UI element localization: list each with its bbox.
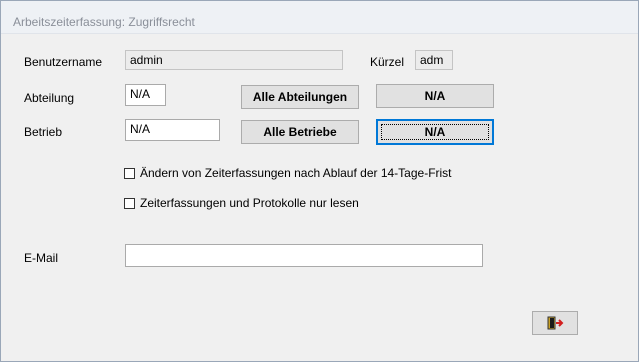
exit-button[interactable] [532,311,578,335]
checkbox-nurlesen-row[interactable]: Zeiterfassungen und Protokolle nur lesen [124,196,359,210]
alle-betriebe-button[interactable]: Alle Betriebe [241,120,359,144]
checkbox-nurlesen[interactable] [124,197,135,209]
benutzername-label: Benutzername [24,55,103,69]
checkbox-aendern-row[interactable]: Ändern von Zeiterfassungen nach Ablauf d… [124,166,452,180]
kuerzel-field: adm [415,50,453,70]
benutzername-field: admin [125,50,343,70]
betrieb-select-button[interactable]: N/A [376,119,494,145]
checkbox-nurlesen-label: Zeiterfassungen und Protokolle nur lesen [140,196,359,210]
dialog-window: Arbeitszeiterfassung: Zugriffsrecht Benu… [0,0,639,362]
dialog-content: Benutzername admin Kürzel adm Abteilung … [5,34,633,356]
email-label: E-Mail [24,251,59,265]
checkbox-aendern-label: Ändern von Zeiterfassungen nach Ablauf d… [140,166,452,180]
title-bar[interactable]: Arbeitszeiterfassung: Zugriffsrecht [1,1,638,34]
abteilung-select-button[interactable]: N/A [376,84,494,108]
betrieb-field[interactable]: N/A [125,119,220,141]
exit-door-icon [547,316,564,330]
email-field[interactable] [125,244,483,267]
betrieb-select-label: N/A [381,124,489,140]
kuerzel-label: Kürzel [370,55,405,69]
window-title: Arbeitszeiterfassung: Zugriffsrecht [13,15,195,29]
abteilung-label: Abteilung [24,91,75,105]
abteilung-field[interactable]: N/A [125,84,166,106]
checkbox-aendern[interactable] [124,167,135,179]
alle-abteilungen-button[interactable]: Alle Abteilungen [241,85,359,109]
betrieb-label: Betrieb [24,125,63,139]
